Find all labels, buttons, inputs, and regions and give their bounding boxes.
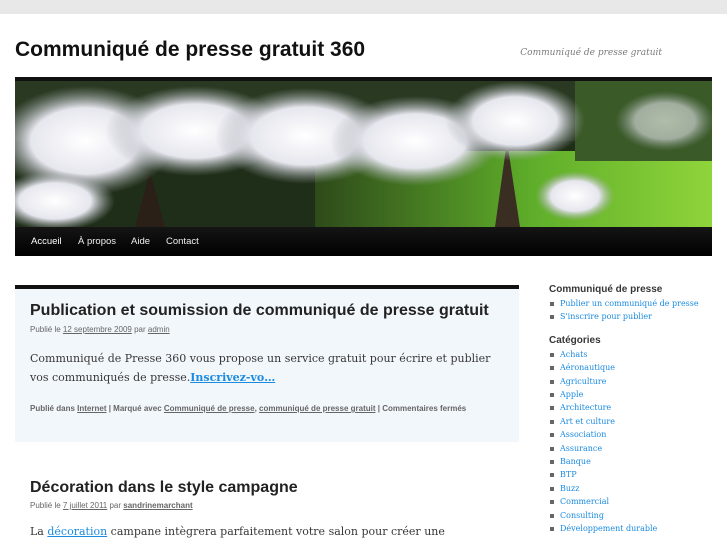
post-author-link[interactable]: sandrinemarchant [123,501,192,510]
list-item: Apple [549,388,724,401]
list-item: Commercial [549,495,724,508]
list-item: Développement durable [549,522,724,535]
list-item: Assurance [549,442,724,455]
post-footer: Publié dans Internet | Marqué avec Commu… [30,402,500,415]
post-author-link[interactable]: admin [148,325,170,334]
cherry-blossom-image [15,81,712,227]
post-excerpt: La décoration campane intègrera parfaite… [30,522,500,545]
tag-link[interactable]: communiqué de presse gratuit [259,404,375,413]
list-item: Art et culture [549,415,724,428]
category-link[interactable]: Consulting [560,511,604,520]
widget-title: Communiqué de presse [549,284,663,295]
nav-item-a-propos[interactable]: À propos [78,227,116,256]
list-item: Buzz [549,482,724,495]
site-title[interactable]: Communiqué de presse gratuit 360 [15,38,365,62]
sidebar: Communiqué de presse Publier un communiq… [549,284,724,536]
category-link[interactable]: Agriculture [560,377,606,386]
site-description: Communiqué de presse gratuit [520,48,662,58]
list-item: Agriculture [549,375,724,388]
post-excerpt: Communiqué de Presse 360 vous propose un… [30,349,500,387]
list-item: Architecture [549,401,724,414]
category-link[interactable]: Commercial [560,497,609,506]
category-link[interactable]: Art et culture [560,417,615,426]
page: Communiqué de presse gratuit 360 Communi… [0,14,727,545]
widget-list: Publier un communiqué de presse S'inscri… [549,297,724,324]
meta-prefix: Publié le [30,501,61,510]
post-date-link[interactable]: 12 septembre 2009 [63,325,132,334]
nav-item-contact[interactable]: Contact [166,227,199,256]
list-item: BTP [549,468,724,481]
sidebar-link-inscrire[interactable]: S'inscrire pour publier [560,312,652,321]
category-link[interactable]: Architecture [560,403,611,412]
decoration-link[interactable]: décoration [47,525,107,538]
nav-item-accueil[interactable]: Accueil [31,227,62,256]
category-link[interactable]: Association [560,430,606,439]
list-item: Consulting [549,509,724,522]
post-meta: Publié le 12 septembre 2009 par admin [30,325,170,334]
read-more-link[interactable]: Inscrivez-vo… [190,371,275,384]
post-title[interactable]: Décoration dans le style campagne [30,479,298,497]
post-date-link[interactable]: 7 juillet 2011 [63,501,107,510]
header-banner-image[interactable] [15,81,712,227]
category-link[interactable]: Assurance [560,444,602,453]
post-title[interactable]: Publication et soumission de communiqué … [30,302,489,320]
category-link[interactable]: Apple [560,390,583,399]
comments-status: | Commentaires fermés [377,404,467,413]
post-meta: Publié le 7 juillet 2011 par sandrinemar… [30,501,193,510]
meta-prefix: Publié le [30,325,61,334]
post: Décoration dans le style campagne Publié… [15,469,519,545]
list-item: Aéronautique [549,361,724,374]
list-item: Association [549,428,724,441]
nav-item-aide[interactable]: Aide [131,227,150,256]
category-list: Achats Aéronautique Agriculture Apple Ar… [549,348,724,536]
category-link[interactable]: BTP [560,470,577,479]
main-navigation: Accueil À propos Aide Contact [15,227,712,256]
category-link[interactable]: Achats [560,350,588,359]
category-link[interactable]: Buzz [560,484,579,493]
sidebar-link-publier[interactable]: Publier un communiqué de presse [560,299,699,308]
widget-communique: Communiqué de presse Publier un communiq… [549,284,724,324]
tag-link[interactable]: Communiqué de presse [164,404,255,413]
list-item: Achats [549,348,724,361]
footer-prefix: Publié dans [30,404,75,413]
meta-by: par [109,501,122,510]
list-item: S'inscrire pour publier [549,310,724,323]
tag-separator: , [254,404,257,413]
excerpt-start: La [30,525,44,538]
category-link[interactable]: Développement durable [560,524,657,533]
category-link[interactable]: Internet [77,404,106,413]
sticky-post: Publication et soumission de communiqué … [15,285,519,442]
tagged-text: | Marqué avec [108,404,162,413]
list-item: Publier un communiqué de presse [549,297,724,310]
category-link[interactable]: Banque [560,457,591,466]
category-link[interactable]: Aéronautique [560,363,615,372]
widget-title: Catégories [549,334,601,346]
widget-categories: Catégories Achats Aéronautique Agricultu… [549,335,724,536]
list-item: Banque [549,455,724,468]
meta-by: par [134,325,146,334]
